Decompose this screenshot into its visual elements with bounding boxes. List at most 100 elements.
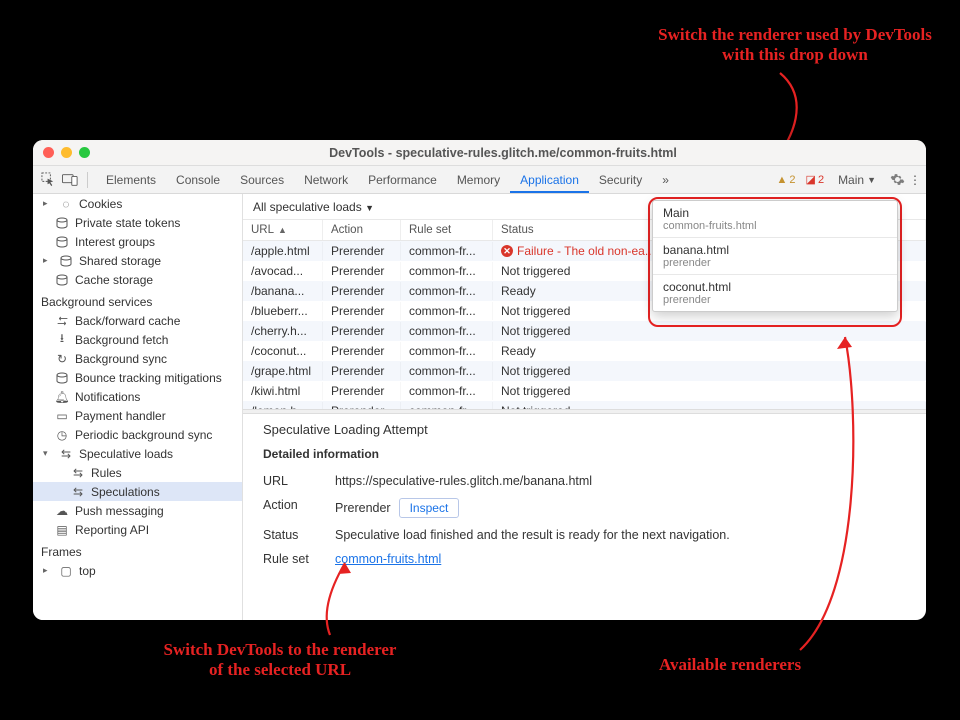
sidebar-item-top-frame[interactable]: ▸▢top [33,561,242,580]
tab-bar: Elements Console Sources Network Perform… [96,166,679,193]
sidebar-item-shared-storage[interactable]: ▸Shared storage [33,251,242,270]
application-sidebar: ▸◌Cookies Private state tokens Interest … [33,194,243,620]
detail-action-label: Action [263,498,323,518]
cell-url: /blueberr... [243,302,323,320]
swap-icon: ⇆ [59,447,73,461]
tab-elements[interactable]: Elements [96,166,166,193]
database-icon [59,254,73,268]
table-row[interactable]: /lemon.h...Prerendercommon-fr...Not trig… [243,401,926,409]
cell-rule: common-fr... [401,342,493,360]
cell-action: Prerender [323,342,401,360]
filter-label: All speculative loads [253,200,362,214]
sidebar-label: Notifications [75,390,140,404]
cell-status: Not triggered [493,382,926,400]
sidebar-label: Speculations [91,485,160,499]
popup-sub: common-fruits.html [663,220,887,232]
sidebar-section-frames: Frames [33,539,242,561]
table-row[interactable]: /kiwi.htmlPrerendercommon-fr...Not trigg… [243,381,926,401]
sidebar-label: Push messaging [75,504,164,518]
popup-item-coconut[interactable]: coconut.html prerender [653,275,897,311]
popup-item-main[interactable]: Main common-fruits.html [653,201,897,237]
report-icon: ▤ [55,523,69,537]
detail-rule-label: Rule set [263,552,323,566]
inspect-element-icon[interactable] [39,171,57,189]
cell-action: Prerender [323,362,401,380]
tab-memory[interactable]: Memory [447,166,510,193]
annotation-top: Switch the renderer used by DevTools wit… [650,25,940,66]
target-popup[interactable]: Main common-fruits.html banana.html prer… [652,200,898,312]
tab-performance[interactable]: Performance [358,166,447,193]
sidebar-item-bg-fetch[interactable]: ⭳ Background fetch [33,330,242,349]
device-toggle-icon[interactable] [61,171,79,189]
error-count[interactable]: ◪ 2 [806,173,825,186]
tab-security[interactable]: Security [589,166,652,193]
traffic-lights[interactable] [43,147,90,158]
cell-action: Prerender [323,282,401,300]
cell-status: Not triggered [493,362,926,380]
tab-sources[interactable]: Sources [230,166,294,193]
tab-overflow[interactable]: » [652,166,679,193]
target-dropdown[interactable]: Main ▼ [834,173,880,187]
download-icon: ⭳ [55,333,69,347]
detail-subhead: Detailed information [263,447,906,461]
sidebar-item-speculations[interactable]: ⇆ Speculations [33,482,242,501]
sidebar-item-bg-sync[interactable]: ↻Background sync [33,349,242,368]
col-action[interactable]: Action [323,220,401,240]
col-rule[interactable]: Rule set [401,220,493,240]
table-row[interactable]: /grape.htmlPrerendercommon-fr...Not trig… [243,361,926,381]
detail-rule-link[interactable]: common-fruits.html [335,552,441,566]
table-row[interactable]: /coconut...Prerendercommon-fr...Ready [243,341,926,361]
cell-url: /grape.html [243,362,323,380]
tab-network[interactable]: Network [294,166,358,193]
error-count-value: 2 [818,174,824,186]
table-row[interactable]: /cherry.h...Prerendercommon-fr...Not tri… [243,321,926,341]
popup-head: banana.html [663,243,887,257]
cell-rule: common-fr... [401,302,493,320]
swap-icon: ⇆ [71,485,85,499]
settings-gear-icon[interactable] [888,171,906,189]
cell-rule: common-fr... [401,362,493,380]
popup-head: coconut.html [663,280,887,294]
sidebar-item-speculative[interactable]: ▾⇆Speculative loads [33,444,242,463]
col-url[interactable]: URL▲ [243,220,323,240]
sidebar-label: Private state tokens [75,216,180,230]
sidebar-item-private-state[interactable]: Private state tokens [33,213,242,232]
detail-url-value: https://speculative-rules.glitch.me/bana… [335,474,906,488]
cell-url: /avocad... [243,262,323,280]
maximize-icon[interactable] [79,147,90,158]
popup-item-banana[interactable]: banana.html prerender [653,238,897,274]
filter-dropdown[interactable]: All speculative loads ▼ [253,200,374,214]
cell-action: Prerender [323,262,401,280]
sidebar-item-notifications[interactable]: 🔔︎Notifications [33,387,242,406]
window-title: DevTools - speculative-rules.glitch.me/c… [90,146,916,160]
sidebar-item-cookies[interactable]: ▸◌Cookies [33,194,242,213]
clock-icon: ◷ [55,428,69,442]
cell-status: Ready [493,342,926,360]
sidebar-item-push[interactable]: ☁Push messaging [33,501,242,520]
warning-count[interactable]: ▲ 2 [777,174,796,186]
sidebar-item-rules[interactable]: ⇆Rules [33,463,242,482]
cell-rule: common-fr... [401,282,493,300]
sidebar-label: Shared storage [79,254,161,268]
cell-action: Prerender [323,382,401,400]
inspect-button[interactable]: Inspect [399,498,460,518]
minimize-icon[interactable] [61,147,72,158]
sidebar-item-cache-storage[interactable]: Cache storage [33,270,242,289]
sidebar-label: Speculative loads [79,447,173,461]
sidebar-item-periodic-sync[interactable]: ◷Periodic background sync [33,425,242,444]
close-icon[interactable] [43,147,54,158]
sidebar-item-reporting[interactable]: ▤Reporting API [33,520,242,539]
tab-application[interactable]: Application [510,166,589,193]
cell-url: /banana... [243,282,323,300]
detail-pane: Speculative Loading Attempt Detailed inf… [243,414,926,620]
sidebar-item-interest[interactable]: Interest groups [33,232,242,251]
chevron-down-icon: ▼ [365,203,374,213]
sidebar-label: Background fetch [75,333,168,347]
sidebar-item-bfcache[interactable]: Back/forward cache [33,311,242,330]
sidebar-item-bounce[interactable]: Bounce tracking mitigations [33,368,242,387]
kebab-menu-icon[interactable]: ⋮ [910,171,920,189]
sidebar-item-payment[interactable]: ▭Payment handler [33,406,242,425]
error-icon: ✕ [501,245,513,257]
sidebar-label: Rules [91,466,122,480]
tab-console[interactable]: Console [166,166,230,193]
